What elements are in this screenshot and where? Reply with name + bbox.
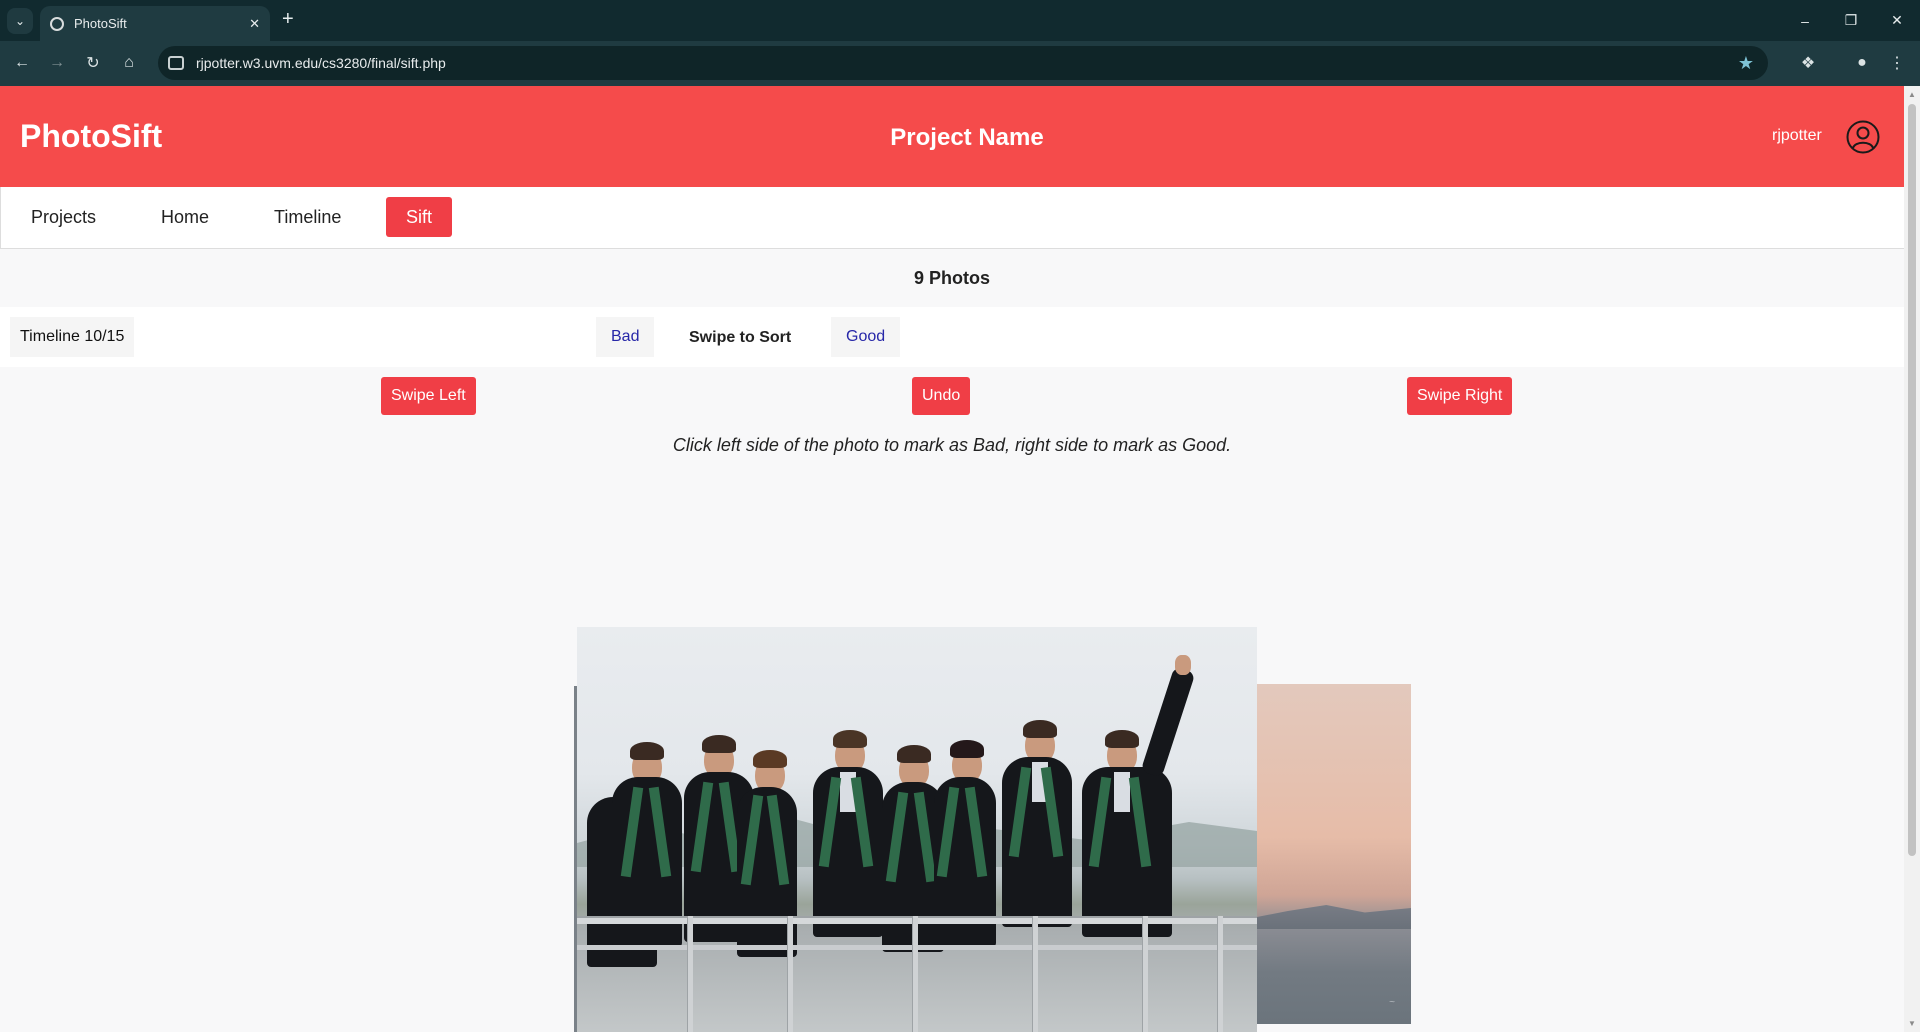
home-icon[interactable]: ⌂: [116, 50, 142, 76]
timeline-label: Timeline 10/15: [10, 317, 135, 357]
bad-link[interactable]: Bad: [596, 317, 655, 357]
nav-home[interactable]: Home: [141, 197, 229, 237]
current-photo-card[interactable]: [577, 627, 1257, 1032]
globe-icon: [50, 16, 64, 31]
photo-count: 9 Photos: [913, 268, 990, 288]
url-text[interactable]: rjpotter.w3.uvm.edu/cs3280/final/sift.ph…: [196, 55, 1738, 71]
bookmark-star-icon[interactable]: ★: [1738, 53, 1754, 74]
nav-projects[interactable]: Projects: [11, 197, 116, 237]
forward-arrow-icon[interactable]: →: [44, 50, 70, 76]
page-scrollbar[interactable]: ▲ ▼: [1904, 86, 1920, 1032]
photo-watermark: ~: [1389, 997, 1395, 1008]
undo-button[interactable]: Undo: [912, 377, 971, 415]
close-window-icon[interactable]: ✕: [1874, 0, 1920, 41]
address-bar[interactable]: rjpotter.w3.uvm.edu/cs3280/final/sift.ph…: [158, 46, 1768, 80]
close-tab-icon[interactable]: ✕: [249, 16, 260, 32]
good-link[interactable]: Good: [831, 317, 901, 357]
swipe-left-button[interactable]: Swipe Left: [381, 377, 476, 415]
main-nav: Projects Home Timeline Sift: [0, 187, 1904, 249]
instructions-text: Click left side of the photo to mark as …: [672, 435, 1232, 455]
more-menu-icon[interactable]: ⋮: [1884, 50, 1910, 76]
back-arrow-icon[interactable]: ←: [9, 50, 35, 76]
swipe-right-button[interactable]: Swipe Right: [1407, 377, 1513, 415]
reload-icon[interactable]: ↻: [80, 50, 106, 76]
restore-icon[interactable]: ❐: [1828, 0, 1874, 41]
new-tab-plus-icon[interactable]: +: [282, 9, 294, 29]
sort-title: Swipe to Sort: [689, 329, 792, 346]
tab-title: PhotoSift: [74, 16, 127, 31]
browser-tab[interactable]: PhotoSift ✕: [40, 6, 270, 41]
app-header: PhotoSift Project Name rjpotter: [0, 86, 1904, 187]
site-settings-icon[interactable]: [168, 56, 184, 70]
nav-sift[interactable]: Sift: [386, 197, 453, 237]
scroll-down-arrow-icon[interactable]: ▼: [1908, 1019, 1916, 1028]
page-viewport: PhotoSift Project Name rjpotter Projects…: [0, 86, 1904, 1032]
tab-search-chevron-icon[interactable]: ⌄: [7, 8, 33, 34]
scroll-up-arrow-icon[interactable]: ▲: [1908, 90, 1916, 99]
nav-timeline[interactable]: Timeline: [254, 197, 361, 237]
browser-toolbar: ← → ↻ ⌂ rjpotter.w3.uvm.edu/cs3280/final…: [0, 41, 1920, 86]
extensions-puzzle-icon[interactable]: ❖: [1795, 50, 1821, 76]
sort-bar: Timeline 10/15 Bad Swipe to Sort Good: [0, 307, 1904, 367]
profile-avatar-icon[interactable]: ●: [1849, 50, 1875, 76]
browser-tab-strip: ⌄ PhotoSift ✕ + – ❐ ✕: [0, 0, 1920, 41]
next-photo-card: ~: [1257, 684, 1411, 1024]
username[interactable]: rjpotter: [1772, 127, 1822, 145]
scrollbar-thumb[interactable]: [1908, 104, 1916, 856]
user-account-icon[interactable]: [1846, 120, 1880, 154]
minimize-icon[interactable]: –: [1782, 0, 1828, 41]
project-title: Project Name: [890, 124, 1044, 151]
